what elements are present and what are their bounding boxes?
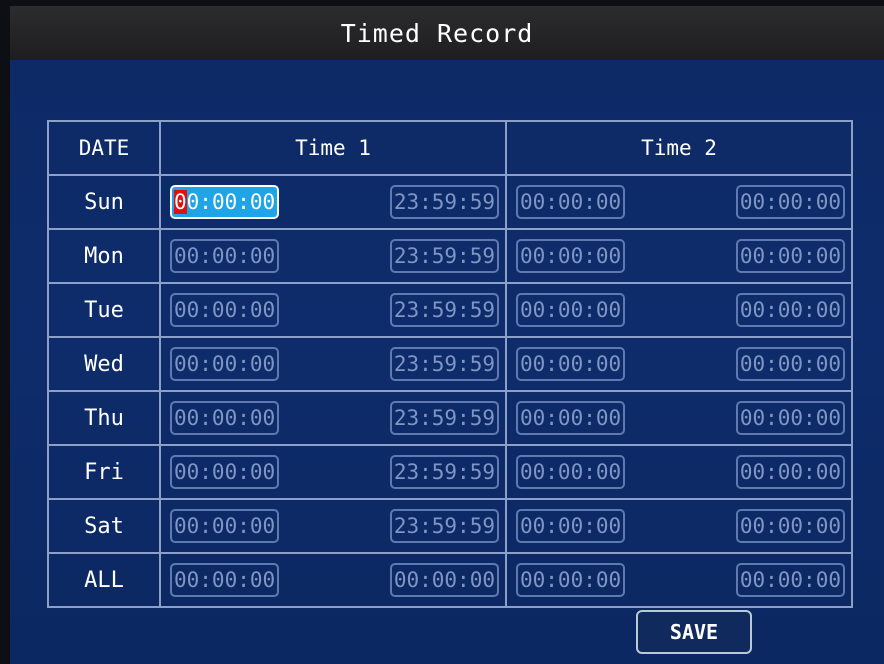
table-row: Sat 00:00:00 23:59:59 00:00:00 00:00:00 [47, 498, 853, 554]
page-title: Timed Record [340, 18, 534, 48]
time2-end-field[interactable]: 00:00:00 [735, 239, 845, 273]
time1-end-field[interactable]: 23:59:59 [389, 239, 499, 273]
table-row: Tue 00:00:00 23:59:59 00:00:00 00:00:00 [47, 282, 853, 338]
time2-end-field[interactable]: 00:00:00 [735, 509, 845, 543]
time1-cell: 00:00:00 23:59:59 [159, 228, 507, 284]
day-label: Fri [47, 444, 161, 500]
time2-end-field[interactable]: 00:00:00 [735, 293, 845, 327]
table-row: Wed 00:00:00 23:59:59 00:00:00 00:00:00 [47, 336, 853, 392]
time1-end-field[interactable]: 23:59:59 [389, 509, 499, 543]
time1-start-field[interactable]: 00:00:00 [170, 401, 280, 435]
time1-end-field[interactable]: 23:59:59 [389, 293, 499, 327]
edit-cursor: 0 [174, 190, 187, 214]
header-date: DATE [47, 120, 161, 176]
time1-cell: 00:00:00 23:59:59 [159, 498, 507, 554]
title-bar: Timed Record [10, 6, 884, 60]
time1-end-field[interactable]: 23:59:59 [389, 401, 499, 435]
table-row: Thu 00:00:00 23:59:59 00:00:00 00:00:00 [47, 390, 853, 446]
day-label: Thu [47, 390, 161, 446]
time2-start-field[interactable]: 00:00:00 [516, 185, 626, 219]
time1-end-field[interactable]: 00:00:00 [389, 563, 499, 597]
time2-end-field[interactable]: 00:00:00 [735, 401, 845, 435]
time2-start-field[interactable]: 00:00:00 [516, 509, 626, 543]
time2-start-field[interactable]: 00:00:00 [516, 455, 626, 489]
time1-start-field[interactable]: 00:00:00 [170, 185, 280, 219]
time2-end-field[interactable]: 00:00:00 [735, 347, 845, 381]
time2-cell: 00:00:00 00:00:00 [505, 282, 853, 338]
time2-cell: 00:00:00 00:00:00 [505, 444, 853, 500]
time2-cell: 00:00:00 00:00:00 [505, 336, 853, 392]
time2-end-field[interactable]: 00:00:00 [735, 563, 845, 597]
day-label: ALL [47, 552, 161, 608]
time2-cell: 00:00:00 00:00:00 [505, 390, 853, 446]
time2-start-field[interactable]: 00:00:00 [516, 401, 626, 435]
time1-start-field[interactable]: 00:00:00 [170, 347, 280, 381]
time2-cell: 00:00:00 00:00:00 [505, 174, 853, 230]
day-label: Mon [47, 228, 161, 284]
time2-start-field[interactable]: 00:00:00 [516, 239, 626, 273]
schedule-table: DATE Time 1 Time 2 Sun 00:00:00 23:59:59… [47, 120, 853, 608]
time1-start-field[interactable]: 00:00:00 [170, 239, 280, 273]
save-button[interactable]: SAVE [636, 610, 752, 654]
day-label: Sun [47, 174, 161, 230]
time2-start-field[interactable]: 00:00:00 [516, 563, 626, 597]
time1-cell: 00:00:00 23:59:59 [159, 282, 507, 338]
table-row: Sun 00:00:00 23:59:59 00:00:00 00:00:00 [47, 174, 853, 230]
time1-end-field[interactable]: 23:59:59 [389, 185, 499, 219]
header-time1: Time 1 [159, 120, 507, 176]
time1-start-field[interactable]: 00:00:00 [170, 293, 280, 327]
time1-start-field[interactable]: 00:00:00 [170, 509, 280, 543]
day-label: Sat [47, 498, 161, 554]
time1-cell: 00:00:00 23:59:59 [159, 174, 507, 230]
time2-end-field[interactable]: 00:00:00 [735, 455, 845, 489]
time2-start-field[interactable]: 00:00:00 [516, 347, 626, 381]
timed-record-screen: Timed Record DATE Time 1 Time 2 Sun 00:0… [10, 6, 884, 664]
time1-start-field[interactable]: 00:00:00 [170, 455, 280, 489]
table-row: Mon 00:00:00 23:59:59 00:00:00 00:00:00 [47, 228, 853, 284]
time2-cell: 00:00:00 00:00:00 [505, 498, 853, 554]
time2-end-field[interactable]: 00:00:00 [735, 185, 845, 219]
time1-end-field[interactable]: 23:59:59 [389, 455, 499, 489]
table-row: ALL 00:00:00 00:00:00 00:00:00 00:00:00 [47, 552, 853, 608]
time1-end-field[interactable]: 23:59:59 [389, 347, 499, 381]
time2-start-field[interactable]: 00:00:00 [516, 293, 626, 327]
time2-cell: 00:00:00 00:00:00 [505, 552, 853, 608]
day-label: Tue [47, 282, 161, 338]
header-row: DATE Time 1 Time 2 [47, 120, 853, 176]
time1-start-field[interactable]: 00:00:00 [170, 563, 280, 597]
time1-cell: 00:00:00 23:59:59 [159, 390, 507, 446]
header-time2: Time 2 [505, 120, 853, 176]
time2-cell: 00:00:00 00:00:00 [505, 228, 853, 284]
time1-cell: 00:00:00 23:59:59 [159, 336, 507, 392]
day-label: Wed [47, 336, 161, 392]
time1-start-value: 0:00:00 [186, 190, 276, 214]
time1-cell: 00:00:00 00:00:00 [159, 552, 507, 608]
table-row: Fri 00:00:00 23:59:59 00:00:00 00:00:00 [47, 444, 853, 500]
time1-cell: 00:00:00 23:59:59 [159, 444, 507, 500]
